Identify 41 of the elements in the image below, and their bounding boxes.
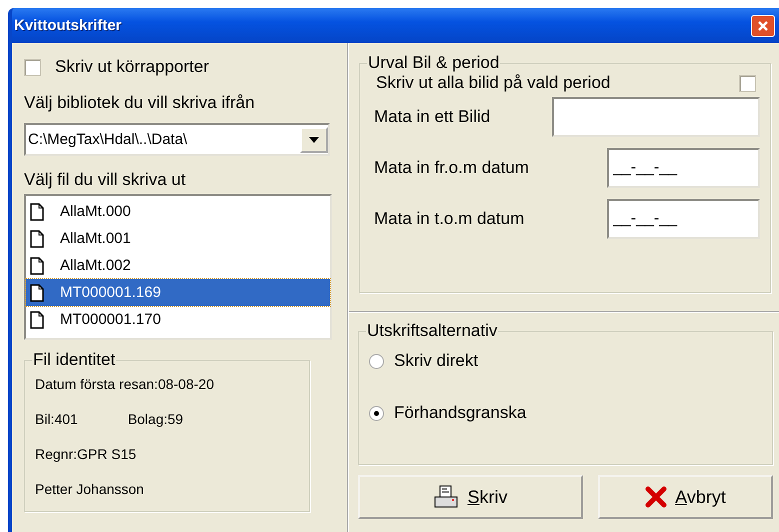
to-date-field[interactable]: __-__-__ (607, 199, 760, 239)
dropdown-value: C:\MegTax\Hdal\..\Data\ (28, 131, 188, 148)
company-text: Bolag:59 (128, 411, 184, 427)
radio-button[interactable] (369, 406, 384, 420)
close-icon (645, 486, 668, 508)
checkbox-label: Skriv ut alla bilid på vald period (376, 73, 610, 93)
directory-label: Välj bibliotek du vill skriva ifrån (24, 93, 255, 113)
print-button[interactable]: Skriv (358, 475, 583, 519)
regnr-text: Regnr:GPR S15 (35, 446, 136, 462)
directory-dropdown[interactable]: C:\MegTax\Hdal\..\Data\ (24, 123, 330, 156)
radio-label: Skriv direkt (394, 351, 478, 371)
radio-label: Förhandsgranska (394, 403, 526, 423)
radio-button[interactable] (369, 354, 384, 368)
driver-name: Petter Johansson (35, 481, 144, 497)
group-title: Utskriftsalternativ (366, 321, 498, 341)
document-icon (30, 284, 44, 302)
first-trip-text: Datum första resan:08-08-20 (35, 376, 214, 392)
dropdown-button[interactable] (300, 126, 328, 152)
checkbox[interactable] (739, 74, 756, 92)
document-icon (30, 256, 44, 274)
to-date-label: Mata in t.o.m datum (374, 209, 524, 229)
close-button[interactable] (751, 14, 775, 36)
car-text: Bil:401 (35, 411, 78, 427)
document-icon (30, 202, 44, 220)
caret-icon (309, 136, 319, 142)
window-title: Kvittoutskrifter (14, 17, 122, 34)
car-id-label: Mata in ett Bilid (374, 107, 490, 127)
from-date-label: Mata in fr.o.m datum (374, 158, 529, 178)
car-id-field[interactable] (552, 97, 760, 137)
checkbox[interactable] (24, 58, 41, 76)
file-label: Välj fil du vill skriva ut (24, 170, 186, 190)
file-item[interactable]: MT000001.169 (26, 279, 330, 306)
close-icon (757, 20, 769, 32)
from-date-field[interactable]: __-__-__ (607, 148, 760, 188)
document-icon (30, 310, 44, 328)
cancel-button[interactable]: Avbryt (598, 475, 773, 519)
group-title: Fil identitet (32, 350, 116, 370)
checkbox-label: Skriv ut körrapporter (55, 57, 209, 77)
group-title: Urval Bil & period (367, 53, 500, 73)
printer-icon (433, 484, 460, 510)
document-icon (30, 230, 44, 248)
